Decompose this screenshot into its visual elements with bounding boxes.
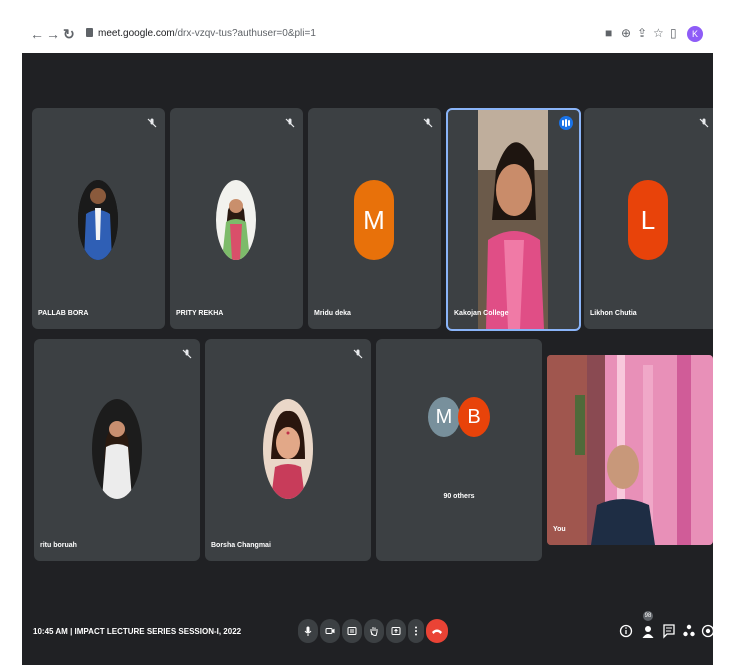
camera-button[interactable] [320, 619, 340, 643]
participant-photo [78, 180, 118, 260]
lock-icon [86, 28, 93, 37]
leave-call-button[interactable] [426, 619, 448, 643]
participant-letter-avatar: M [354, 180, 394, 260]
hand-icon [370, 627, 378, 636]
meet-window: ← → ↻ meet.google.com/drx-vzqv-tus?authu… [22, 17, 713, 665]
others-count-label: 90 others [443, 493, 475, 500]
share-icon[interactable]: ⇪ [637, 26, 647, 40]
participant-name: Kakojan College [454, 310, 509, 317]
browser-toolbar: ← → ↻ meet.google.com/drx-vzqv-tus?authu… [22, 17, 713, 53]
meeting-separator: | [70, 627, 73, 636]
more-vert-icon [415, 626, 417, 636]
browser-menu-icon[interactable]: ⋮ [708, 26, 713, 40]
end-call-icon [432, 629, 442, 634]
zoom-icon[interactable]: ⊕ [621, 26, 631, 40]
participant-tile[interactable]: PALLAB BORA [32, 108, 165, 329]
mic-off-icon [182, 349, 192, 359]
mic-off-icon [285, 118, 295, 128]
meeting-info: 10:45 AM | IMPACT LECTURE SERIES SESSION… [33, 627, 241, 636]
speaking-indicator-icon [559, 116, 573, 130]
side-panel-icon[interactable]: ▯ [670, 26, 677, 40]
participant-video [478, 110, 548, 329]
others-tile[interactable]: M B 90 others [376, 339, 542, 561]
self-video [547, 355, 713, 545]
url-text: meet.google.com/drx-vzqv-tus?authuser=0&… [98, 28, 316, 39]
more-options-button[interactable] [408, 619, 424, 643]
raise-hand-button[interactable] [364, 619, 384, 643]
mic-off-icon [423, 118, 433, 128]
address-bar[interactable]: meet.google.com/drx-vzqv-tus?authuser=0&… [82, 23, 602, 47]
back-icon[interactable]: ← [30, 25, 44, 43]
participant-tile-active-speaker[interactable]: Kakojan College [446, 108, 581, 331]
mic-off-icon [699, 118, 709, 128]
mic-off-icon [147, 118, 157, 128]
present-icon [391, 627, 401, 635]
participant-tile[interactable]: L Likhon Chutia [584, 108, 713, 329]
participant-name: Borsha Changmai [211, 542, 271, 549]
present-button[interactable] [386, 619, 406, 643]
participant-name: Likhon Chutia [590, 310, 637, 317]
camera-in-use-icon[interactable]: ■ [605, 26, 612, 40]
bookmark-star-icon[interactable]: ☆ [653, 26, 664, 40]
people-count-badge: 98 [643, 611, 653, 621]
activities-icon[interactable] [682, 623, 696, 639]
profile-avatar[interactable]: K [687, 26, 703, 42]
mic-off-icon [353, 349, 363, 359]
others-avatar: M [428, 397, 460, 437]
forward-icon[interactable]: → [46, 25, 60, 43]
microphone-button[interactable] [298, 619, 318, 643]
meeting-time: 10:45 AM [33, 627, 68, 636]
participant-name: PALLAB BORA [38, 310, 89, 317]
participant-photo [263, 399, 313, 499]
participant-name: You [553, 526, 566, 533]
participant-tile[interactable]: Borsha Changmai [205, 339, 371, 561]
participant-photo [216, 180, 256, 260]
captions-button[interactable] [342, 619, 362, 643]
participant-tile[interactable]: M Mridu deka [308, 108, 441, 329]
video-camera-icon [325, 628, 335, 634]
participant-photo [92, 399, 142, 499]
others-avatar: B [458, 397, 490, 437]
captions-icon [347, 627, 357, 635]
participant-tile[interactable]: PRITY REKHA [170, 108, 303, 329]
meeting-details-icon[interactable] [619, 623, 633, 639]
people-icon[interactable] [641, 623, 655, 639]
meeting-title: IMPACT LECTURE SERIES SESSION-I, 2022 [74, 627, 242, 636]
participant-letter-avatar: L [628, 180, 668, 260]
mic-icon [304, 626, 312, 636]
chat-icon[interactable] [662, 623, 676, 639]
participant-name: ritu boruah [40, 542, 77, 549]
participant-name: Mridu deka [314, 310, 351, 317]
participant-name: PRITY REKHA [176, 310, 224, 317]
participant-tile[interactable]: ritu boruah [34, 339, 200, 561]
self-view-tile[interactable]: You [547, 355, 713, 545]
host-controls-icon[interactable] [701, 623, 713, 639]
reload-icon[interactable]: ↻ [63, 25, 75, 43]
